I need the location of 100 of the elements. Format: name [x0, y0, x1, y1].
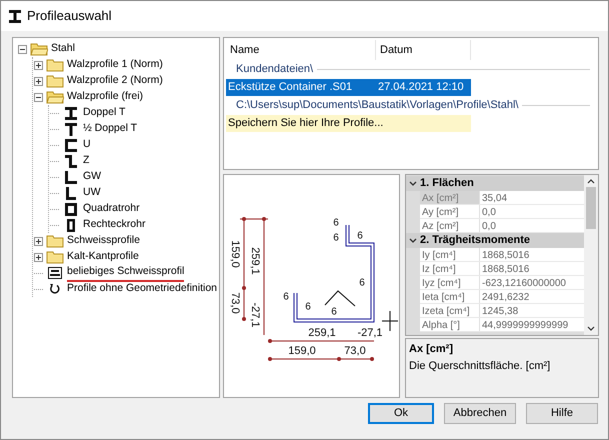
tree-item-label[interactable]: Schweissprofile	[67, 233, 140, 249]
expand-icon[interactable]	[34, 236, 42, 246]
tree-item-label[interactable]: Walzprofile (frei)	[67, 89, 144, 105]
group-header: Kundendateien\	[236, 62, 314, 78]
chevron-down-icon[interactable]	[409, 180, 417, 186]
square-tube-icon	[65, 202, 77, 216]
tree-item-label[interactable]: Stahl	[51, 41, 75, 57]
collapse-icon[interactable]	[18, 44, 26, 54]
property-name: Izeta [cm⁴]	[420, 304, 480, 317]
i-beam-icon	[65, 106, 77, 120]
tree-item-label[interactable]: Rechteckrohr	[83, 217, 146, 233]
folder-icon	[46, 74, 64, 88]
property-name: Ay [cm²]	[420, 205, 480, 218]
dimension-label: 73,0	[344, 344, 366, 357]
folder-icon	[46, 250, 64, 264]
property-name: Iy [cm⁴]	[420, 248, 480, 261]
property-value: 35,04	[480, 191, 584, 204]
property-value: 0,0	[480, 205, 584, 218]
dimension-label: 259,1	[249, 247, 262, 275]
dialog-button[interactable]: Ok	[368, 403, 434, 424]
tree-item-label[interactable]: beliebiges Schweissprofil	[67, 264, 184, 282]
property-name: Iyz [cm⁴]	[420, 276, 480, 289]
dimension-label: 159,0	[229, 240, 242, 268]
scrollbar[interactable]	[584, 175, 598, 335]
hint-row: Speichern Sie hier Ihre Profile...	[226, 115, 471, 132]
tree-item-label[interactable]: Kalt-Kantprofile	[67, 249, 139, 265]
angle-section-icon	[66, 186, 76, 200]
property-value: 0,0	[480, 219, 584, 232]
column-header[interactable]: Datum	[376, 40, 471, 60]
chevron-down-icon[interactable]	[409, 238, 417, 244]
property-value: 1868,5016	[480, 262, 584, 275]
property-row[interactable]: Ieta [cm⁴] 2491,6232	[420, 290, 584, 304]
property-value: -623,12160000000	[480, 276, 584, 289]
property-value: 1245,38	[480, 304, 584, 317]
thickness-label: 6	[359, 278, 365, 289]
property-row[interactable]: Izeta [cm⁴] 1245,38	[420, 304, 584, 318]
property-name: Az [cm²]	[420, 219, 480, 232]
description-text: Die Querschnittsfläche. [cm²]	[409, 358, 552, 374]
category-title: 1. Flächen	[420, 176, 474, 192]
expand-icon[interactable]	[34, 76, 42, 86]
dimension-label: 73,0	[229, 292, 242, 314]
property-row[interactable]: Iyz [cm⁴] -623,12160000000	[420, 276, 584, 290]
property-row[interactable]: Ay [cm²] 0,0	[420, 205, 584, 219]
category-title: 2. Trägheitsmomente	[420, 233, 530, 248]
open-folder-icon	[30, 42, 48, 56]
thickness-label: 6	[333, 232, 339, 244]
property-row[interactable]: Iz [cm⁴] 1868,5016	[420, 262, 584, 276]
collapse-icon[interactable]	[34, 92, 42, 102]
tree-item-label[interactable]: Walzprofile 1 (Norm)	[67, 57, 163, 73]
column-header[interactable]: Name	[226, 40, 376, 60]
tree-item-label[interactable]: GW	[83, 169, 102, 185]
expand-icon[interactable]	[34, 252, 42, 262]
property-row[interactable]: Alpha [°] 44,9999999999999	[420, 318, 584, 332]
file-date: 27.04.2021 12:10	[377, 80, 464, 96]
angle-section-icon	[65, 170, 77, 184]
window-title: Profileauswahl	[27, 7, 112, 26]
dimension-label: 159,0	[288, 344, 316, 357]
property-value: 44,9999999999999	[480, 318, 584, 331]
description-title: Ax [cm²]	[409, 342, 454, 357]
tree-item-label[interactable]: ½ Doppel T	[83, 121, 138, 137]
rectangular-tube-icon	[67, 218, 75, 232]
tree-item-label[interactable]: Profile ohne Geometriedefinition	[67, 281, 218, 297]
dimension-label: -27,1	[357, 326, 383, 339]
dimension-label: 259,1	[308, 326, 336, 339]
i-beam-icon	[9, 10, 21, 22]
tree-item-label[interactable]: Walzprofile 2 (Norm)	[67, 73, 163, 89]
dialog-button[interactable]: Abbrechen	[444, 403, 516, 424]
tree-item-label[interactable]: Z	[83, 153, 90, 169]
thickness-label: 6	[333, 218, 339, 229]
thickness-label: 6	[331, 306, 337, 318]
file-row[interactable]: Eckstütze Container .S01 27.04.2021 12:10	[226, 79, 471, 96]
property-row[interactable]: Iy [cm⁴] 1868,5016	[420, 248, 584, 262]
expand-icon[interactable]	[34, 60, 42, 70]
folder-icon	[46, 58, 64, 72]
property-name: Iz [cm⁴]	[420, 262, 480, 275]
tree-item-label[interactable]: Quadratrohr	[83, 201, 140, 217]
dimension-label: -27,1	[249, 302, 262, 328]
tree-item-label[interactable]: UW	[83, 185, 100, 201]
tree-item-label[interactable]: Doppel T	[83, 105, 126, 121]
z-section-icon	[65, 154, 77, 168]
open-folder-icon	[46, 90, 64, 104]
group-header: C:\Users\sup\Documents\Baustatik\Vorlagen\Profile\Stahl\	[236, 98, 518, 114]
crosshair-icon	[382, 310, 398, 332]
file-name: Eckstütze Container .S01	[227, 80, 354, 96]
property-row[interactable]: Ax [cm²] 35,04	[420, 191, 584, 205]
property-value: 1868,5016	[480, 248, 584, 261]
property-name: Alpha [°]	[420, 318, 480, 331]
folder-icon	[46, 234, 64, 248]
tree-item-label[interactable]: U	[83, 137, 91, 153]
thickness-label: 6	[305, 302, 311, 313]
circle-arrow-icon	[49, 283, 61, 295]
thickness-label: 6	[283, 292, 289, 303]
property-row[interactable]: Az [cm²] 0,0	[420, 219, 584, 233]
chevron-drawing	[324, 290, 356, 306]
t-beam-icon	[65, 122, 77, 136]
thickness-label: 6	[357, 230, 363, 242]
property-name: Ax [cm²]	[420, 191, 480, 204]
scrollbar-thumb[interactable]	[586, 187, 596, 229]
dialog-button[interactable]: Hilfe	[526, 403, 598, 424]
property-value: 2491,6232	[480, 290, 584, 303]
